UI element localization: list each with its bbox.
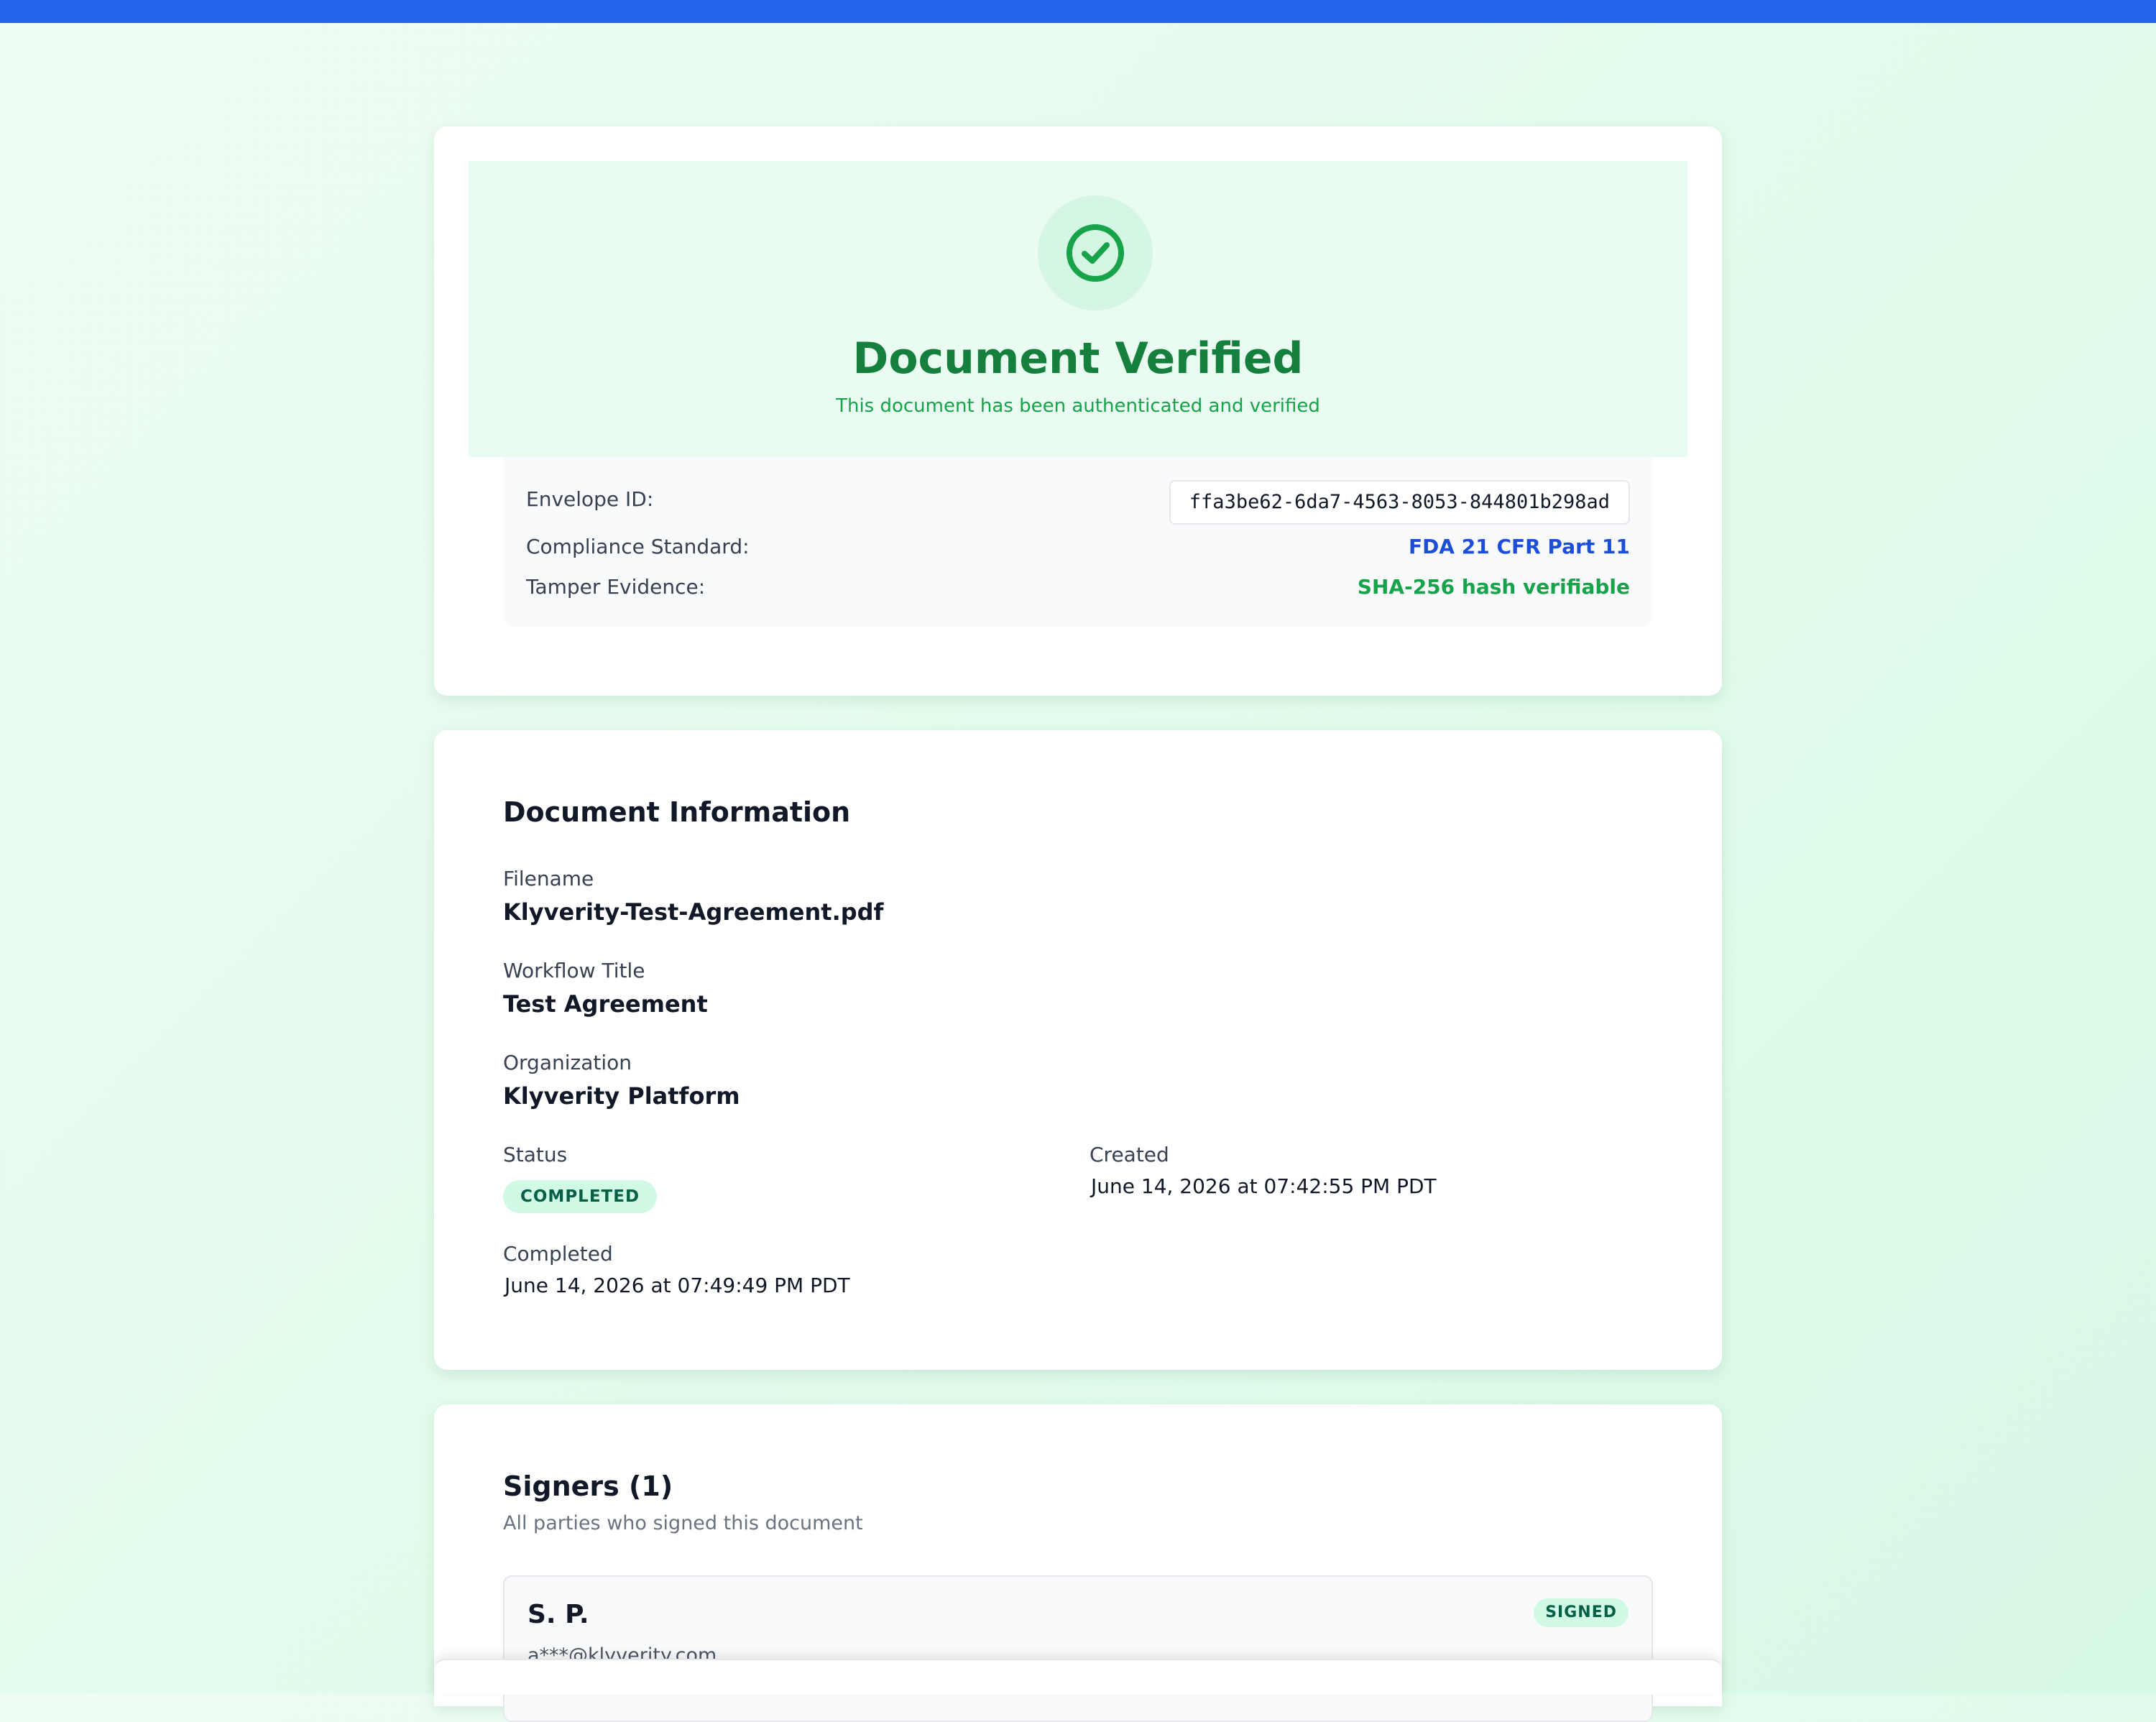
compliance-value: FDA 21 CFR Part 11 — [1408, 535, 1630, 558]
tamper-label: Tamper Evidence: — [526, 575, 706, 599]
workflow-title-value: Test Agreement — [503, 990, 708, 1018]
envelope-id-label: Envelope ID: — [526, 487, 654, 511]
filename-label: Filename — [503, 867, 594, 890]
tamper-value: SHA-256 hash verifiable — [1357, 575, 1630, 599]
verified-subtitle: This document has been authenticated and… — [836, 395, 1320, 417]
completed-label: Completed — [503, 1242, 613, 1266]
workflow-title-label: Workflow Title — [503, 959, 645, 982]
signers-subtitle: All parties who signed this document — [503, 1512, 863, 1534]
verified-title: Document Verified — [852, 333, 1304, 384]
verification-details: Envelope ID: ffa3be62-6da7-4563-8053-844… — [503, 457, 1653, 627]
document-info-heading: Document Information — [503, 796, 851, 828]
created-label: Created — [1089, 1143, 1169, 1166]
verification-card: Document Verified This document has been… — [434, 126, 1722, 696]
bottom-panel-edge — [434, 1659, 1722, 1695]
created-value: June 14, 2026 at 07:42:55 PM PDT — [1091, 1174, 1437, 1198]
organization-label: Organization — [503, 1051, 632, 1074]
signer-status-badge: SIGNED — [1534, 1598, 1628, 1627]
signer-item: S. P. a***@klyverity.com SIGNED — [503, 1575, 1653, 1722]
organization-value: Klyverity Platform — [503, 1082, 740, 1110]
document-info-card: Document Information Filename Klyverity-… — [434, 730, 1722, 1370]
filename-value: Klyverity-Test-Agreement.pdf — [503, 898, 884, 926]
verification-banner: Document Verified This document has been… — [469, 161, 1687, 457]
signers-heading: Signers (1) — [503, 1470, 673, 1502]
compliance-label: Compliance Standard: — [526, 535, 750, 558]
status-badge: COMPLETED — [503, 1180, 658, 1213]
envelope-id-value[interactable]: ffa3be62-6da7-4563-8053-844801b298ad — [1169, 480, 1630, 525]
top-bar — [0, 0, 2156, 23]
verified-badge — [1038, 195, 1153, 310]
status-label: Status — [503, 1143, 568, 1166]
signer-name: S. P. — [528, 1600, 589, 1629]
completed-value: June 14, 2026 at 07:49:49 PM PDT — [505, 1274, 850, 1297]
check-circle-icon — [1067, 224, 1124, 282]
